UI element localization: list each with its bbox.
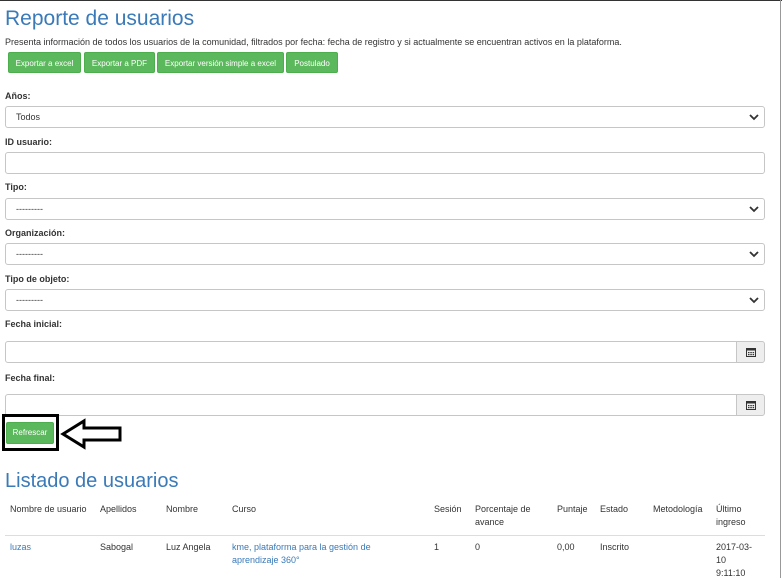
row-progress: 0: [475, 542, 481, 552]
export-simple-excel-button[interactable]: Exportar versión simple a excel: [157, 52, 284, 73]
user-id-input[interactable]: [5, 152, 765, 174]
header-score: Puntaje: [557, 504, 588, 514]
header-session: Sesión: [434, 504, 462, 514]
calendar-icon: [746, 348, 756, 357]
header-methodology: Metodología: [653, 504, 703, 514]
years-select[interactable]: Todos: [5, 106, 765, 128]
pointer-arrow-icon: [60, 418, 122, 450]
row-last-name: Sabogal: [100, 542, 134, 552]
end-date-picker-button[interactable]: [736, 394, 765, 416]
page-title: Reporte de usuarios: [5, 7, 195, 30]
row-last-login-line-3: 9:11:10: [716, 568, 746, 578]
user-id-label: ID usuario:: [5, 137, 53, 147]
row-last-login-line-2: 10: [716, 555, 727, 565]
header-last-login: Último ingreso: [716, 503, 746, 529]
header-progress-line-2: avance: [475, 517, 505, 527]
listing-title: Listado de usuarios: [5, 470, 179, 492]
row-last-login-line-1: 2017-03-: [716, 542, 753, 552]
export-excel-button[interactable]: Exportar a excel: [8, 52, 81, 73]
row-course-link[interactable]: kme, plataforma para la gestión de apren…: [232, 541, 371, 567]
header-last-login-line-1: Último: [716, 504, 742, 514]
end-date-input[interactable]: [5, 394, 737, 416]
chevron-down-icon: [749, 251, 759, 258]
header-progress-line-1: Porcentaje de: [475, 504, 531, 514]
header-first-name: Nombre: [166, 504, 199, 514]
row-course-line-2[interactable]: aprendizaje 360°: [232, 554, 371, 567]
header-last-login-line-2: ingreso: [716, 517, 746, 527]
header-username: Nombre de usuario: [10, 504, 87, 514]
row-username-link[interactable]: luzas: [10, 541, 31, 554]
object-type-select[interactable]: ---------: [5, 289, 765, 311]
years-label: Años:: [5, 91, 31, 101]
type-select-value: ---------: [16, 204, 43, 214]
header-status: Estado: [600, 504, 629, 514]
row-first-name: Luz Angela: [166, 542, 211, 552]
chevron-down-icon: [749, 114, 759, 121]
calendar-icon: [746, 401, 756, 410]
type-label: Tipo:: [5, 182, 27, 192]
start-date-picker-button[interactable]: [736, 341, 765, 363]
chevron-down-icon: [749, 206, 759, 213]
header-progress: Porcentaje de avance: [475, 503, 531, 529]
row-score: 0,00: [557, 542, 575, 552]
page-description: Presenta información de todos los usuari…: [5, 37, 622, 47]
object-type-select-value: ---------: [16, 295, 43, 305]
organization-select[interactable]: ---------: [5, 243, 765, 265]
header-last-name: Apellidos: [100, 504, 137, 514]
start-date-label: Fecha inicial:: [5, 319, 63, 329]
header-course: Curso: [232, 504, 257, 514]
years-select-value: Todos: [16, 112, 41, 122]
export-pdf-button[interactable]: Exportar a PDF: [84, 52, 155, 73]
row-status: Inscrito: [600, 542, 630, 552]
top-border: [0, 0, 782, 1]
end-date-label: Fecha final:: [5, 373, 56, 383]
page-right-border: [780, 0, 781, 578]
refresh-button[interactable]: Refrescar: [6, 422, 54, 444]
row-course-line-1[interactable]: kme, plataforma para la gestión de: [232, 541, 371, 554]
start-date-input[interactable]: [5, 341, 737, 363]
type-select[interactable]: ---------: [5, 198, 765, 220]
organization-label: Organización:: [5, 228, 66, 238]
row-last-login: 2017-03- 10 9:11:10: [716, 541, 752, 580]
object-type-label: Tipo de objeto:: [5, 274, 70, 284]
chevron-down-icon: [749, 297, 759, 304]
organization-select-value: ---------: [16, 249, 43, 259]
postulado-button[interactable]: Postulado: [286, 52, 338, 73]
row-session: 1: [434, 542, 440, 552]
table-header-divider: [5, 535, 765, 536]
